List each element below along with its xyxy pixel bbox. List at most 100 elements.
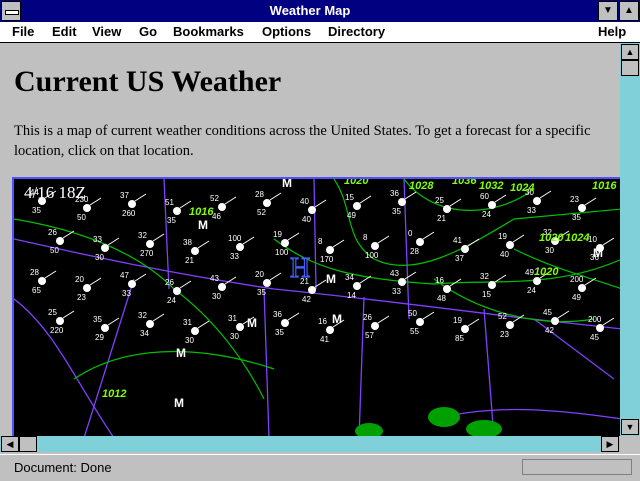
station-marker[interactable] — [191, 327, 199, 335]
page-description: This is a map of current weather conditi… — [14, 123, 591, 159]
station-marker[interactable] — [83, 204, 91, 212]
station-marker[interactable] — [533, 277, 541, 285]
station-marker[interactable] — [578, 204, 586, 212]
station-marker[interactable] — [38, 277, 46, 285]
station-value: 32 — [138, 311, 147, 320]
horizontal-scrollbar[interactable]: ◀ ▶ — [0, 436, 620, 452]
station-marker[interactable] — [443, 205, 451, 213]
station-value: 32 — [138, 231, 147, 240]
station-marker[interactable] — [236, 243, 244, 251]
isobar-label: 1020 — [534, 266, 559, 278]
station-marker[interactable] — [128, 200, 136, 208]
station-marker[interactable] — [551, 317, 559, 325]
system-menu-icon[interactable] — [1, 1, 21, 21]
wind-barb — [269, 272, 282, 281]
station-value: 43 — [390, 269, 399, 278]
scroll-down-button[interactable]: ▼ — [621, 419, 639, 435]
window-title: Weather Map — [269, 3, 351, 18]
minimize-button[interactable]: ▼ — [598, 1, 618, 21]
station-marker[interactable] — [371, 242, 379, 250]
isobar-label: 1016 — [189, 206, 214, 218]
menu-help[interactable]: Help — [598, 24, 626, 39]
station-marker[interactable] — [173, 207, 181, 215]
wind-barb — [449, 198, 462, 207]
station-value: 52 — [498, 312, 507, 321]
station-marker[interactable] — [218, 283, 226, 291]
wind-barb — [377, 235, 390, 244]
wind-barb — [422, 311, 435, 320]
station-marker[interactable] — [578, 284, 586, 292]
station-value: 100 — [365, 251, 379, 260]
scroll-thumb-horizontal[interactable] — [19, 436, 37, 452]
station-value: 28 — [255, 190, 264, 199]
boundary-line — [163, 178, 170, 290]
menu-file[interactable]: File — [12, 24, 34, 39]
station-marker[interactable] — [191, 247, 199, 255]
wind-barb — [404, 191, 417, 200]
scroll-up-button[interactable]: ▲ — [621, 44, 639, 60]
station-marker[interactable] — [308, 206, 316, 214]
station-marker[interactable] — [173, 287, 181, 295]
station-marker[interactable] — [353, 282, 361, 290]
maximize-button[interactable]: ▲ — [619, 1, 639, 21]
menu-bookmarks[interactable]: Bookmarks — [173, 24, 244, 39]
station-marker[interactable] — [146, 240, 154, 248]
weather-map-graphic[interactable]: 4435230503726051355246285240401549363525… — [13, 175, 620, 436]
front-marker: M — [198, 218, 208, 232]
station-marker[interactable] — [146, 320, 154, 328]
station-marker[interactable] — [56, 237, 64, 245]
station-marker[interactable] — [326, 246, 334, 254]
station-value: 37 — [120, 191, 129, 200]
station-marker[interactable] — [416, 318, 424, 326]
station-marker[interactable] — [101, 244, 109, 252]
station-marker[interactable] — [56, 317, 64, 325]
station-marker[interactable] — [506, 241, 514, 249]
station-marker[interactable] — [326, 326, 334, 334]
menu-directory[interactable]: Directory — [328, 24, 385, 39]
station-value: 85 — [455, 334, 464, 343]
vertical-scrollbar[interactable]: ▲ ▼ — [620, 43, 640, 436]
weather-map[interactable]: 44 35 230 50 37 260 51 35 52 46 28 52 40 40 15 49 36 35 25… — [12, 175, 620, 436]
station-marker[interactable] — [488, 281, 496, 289]
station-marker[interactable] — [443, 285, 451, 293]
station-marker[interactable] — [488, 201, 496, 209]
station-marker[interactable] — [218, 203, 226, 211]
scroll-left-button[interactable]: ◀ — [1, 436, 19, 452]
wind-barb — [557, 310, 570, 319]
wind-barb — [269, 192, 282, 201]
station-marker[interactable] — [281, 239, 289, 247]
scroll-thumb[interactable] — [621, 60, 639, 76]
menu-edit[interactable]: Edit — [52, 24, 77, 39]
station-value: 41 — [453, 236, 462, 245]
station-marker[interactable] — [263, 199, 271, 207]
station-marker[interactable] — [281, 319, 289, 327]
wind-barb — [44, 270, 57, 279]
station-marker[interactable] — [533, 197, 541, 205]
station-marker[interactable] — [263, 279, 271, 287]
menu-view[interactable]: View — [92, 24, 121, 39]
station-marker[interactable] — [416, 238, 424, 246]
station-marker[interactable] — [236, 323, 244, 331]
station-marker[interactable] — [461, 245, 469, 253]
station-marker[interactable] — [371, 322, 379, 330]
station-marker[interactable] — [398, 278, 406, 286]
station-marker[interactable] — [596, 324, 604, 332]
station-marker[interactable] — [353, 202, 361, 210]
boundary-line — [433, 408, 620, 420]
station-marker[interactable] — [101, 324, 109, 332]
station-marker[interactable] — [506, 321, 514, 329]
scroll-right-button[interactable]: ▶ — [601, 436, 619, 452]
wind-barb — [467, 238, 480, 247]
station-marker[interactable] — [128, 280, 136, 288]
station-value: 21 — [437, 214, 446, 223]
station-value: 8 — [363, 233, 368, 242]
station-marker[interactable] — [398, 198, 406, 206]
isobar-label: 1032 — [479, 180, 503, 192]
station-marker[interactable] — [83, 284, 91, 292]
station-marker[interactable] — [308, 286, 316, 294]
wind-barb — [332, 239, 345, 248]
menu-go[interactable]: Go — [139, 24, 157, 39]
station-marker[interactable] — [461, 325, 469, 333]
menu-options[interactable]: Options — [262, 24, 311, 39]
station-value: 40 — [300, 197, 309, 206]
